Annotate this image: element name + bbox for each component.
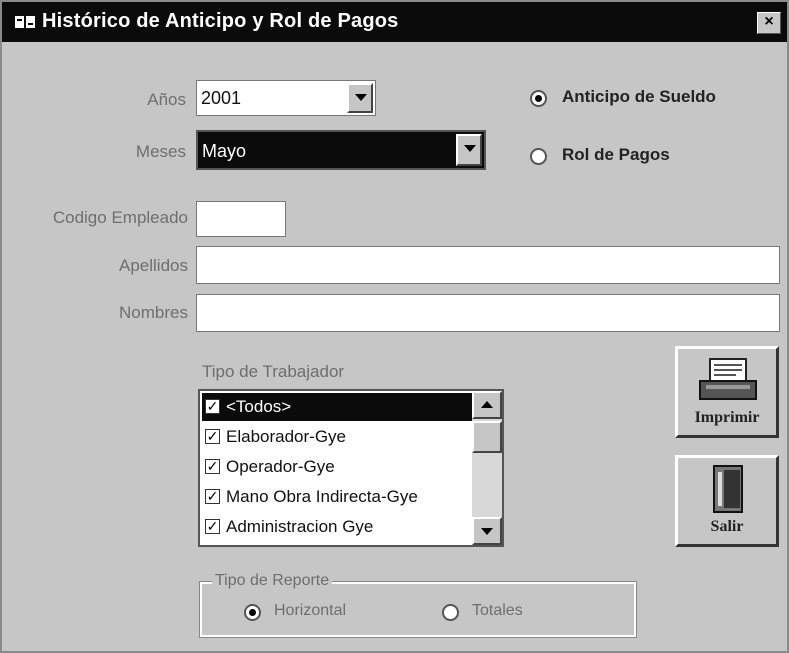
tipo-reporte-group: Tipo de Reporte Horizontal Totales — [199, 572, 637, 638]
nombres-field[interactable] — [196, 294, 780, 332]
anos-select[interactable]: 2001 — [196, 80, 376, 116]
exit-door-icon — [713, 465, 743, 513]
list-item-elaborador[interactable]: ✓ Elaborador-Gye — [202, 423, 472, 451]
dialog-window: Histórico de Anticipo y Rol de Pagos × A… — [0, 0, 789, 653]
scroll-up-button[interactable] — [472, 391, 502, 419]
checkbox-checked-icon[interactable]: ✓ — [205, 519, 220, 534]
list-item-label: Administracion Gye — [226, 517, 374, 536]
tipo-trabajador-label: Tipo de Trabajador — [202, 362, 345, 381]
salir-label: Salir — [710, 518, 744, 535]
printer-icon — [699, 358, 757, 400]
list-item-administracion[interactable]: ✓ Administracion Gye — [202, 513, 472, 541]
salir-button[interactable]: Salir — [675, 455, 779, 547]
list-item-label: <Todos> — [226, 397, 292, 416]
close-button[interactable]: × — [757, 12, 781, 34]
meses-dropdown-button[interactable] — [456, 134, 482, 166]
tipo-reporte-label: Tipo de Reporte — [212, 572, 333, 590]
meses-value: Mayo — [202, 141, 247, 161]
horizontal-radio[interactable] — [244, 604, 261, 621]
totales-label: Totales — [472, 602, 523, 619]
apellidos-label: Apellidos — [119, 256, 188, 275]
list-scrollbar[interactable] — [472, 391, 502, 545]
checkbox-checked-icon[interactable]: ✓ — [205, 399, 220, 414]
list-item-label: Operador-Gye — [226, 457, 335, 476]
apellidos-field[interactable] — [196, 246, 780, 284]
list-item-label: Mano Obra Indirecta-Gye — [226, 487, 418, 506]
list-item-todos[interactable]: ✓ <Todos> — [202, 393, 472, 421]
anos-dropdown-button[interactable] — [347, 83, 373, 113]
nombres-label: Nombres — [119, 303, 188, 322]
horizontal-label: Horizontal — [274, 602, 347, 619]
scroll-down-button[interactable] — [472, 517, 502, 545]
checkbox-checked-icon[interactable]: ✓ — [205, 489, 220, 504]
list-item-operador[interactable]: ✓ Operador-Gye — [202, 453, 472, 481]
totales-radio[interactable] — [442, 604, 459, 621]
meses-label: Meses — [135, 142, 186, 161]
anticipo-label: Anticipo de Sueldo — [562, 87, 716, 106]
rol-label: Rol de Pagos — [562, 145, 670, 164]
rol-radio[interactable] — [530, 148, 547, 165]
anos-label: Años — [147, 90, 186, 109]
checkbox-checked-icon[interactable]: ✓ — [205, 459, 220, 474]
title-bar: Histórico de Anticipo y Rol de Pagos × — [2, 2, 787, 42]
checkbox-checked-icon[interactable]: ✓ — [205, 429, 220, 444]
close-icon: × — [764, 13, 774, 30]
list-item-mano-obra[interactable]: ✓ Mano Obra Indirecta-Gye — [202, 483, 472, 511]
scroll-thumb[interactable] — [472, 421, 502, 453]
window-title: Histórico de Anticipo y Rol de Pagos — [42, 10, 399, 32]
codigo-empleado-label: Codigo Empleado — [52, 208, 188, 227]
anos-value: 2001 — [201, 88, 242, 108]
imprimir-label: Imprimir — [694, 409, 760, 426]
tipo-trabajador-list[interactable]: ✓ <Todos> ✓ Elaborador-Gye ✓ Operador-Gy… — [198, 389, 504, 547]
codigo-empleado-field[interactable] — [196, 201, 286, 237]
app-icon — [15, 16, 35, 28]
list-item-label: Elaborador-Gye — [226, 427, 347, 446]
anticipo-radio[interactable] — [530, 90, 547, 107]
meses-select[interactable]: Mayo — [196, 130, 486, 170]
imprimir-button[interactable]: Imprimir — [675, 346, 779, 438]
